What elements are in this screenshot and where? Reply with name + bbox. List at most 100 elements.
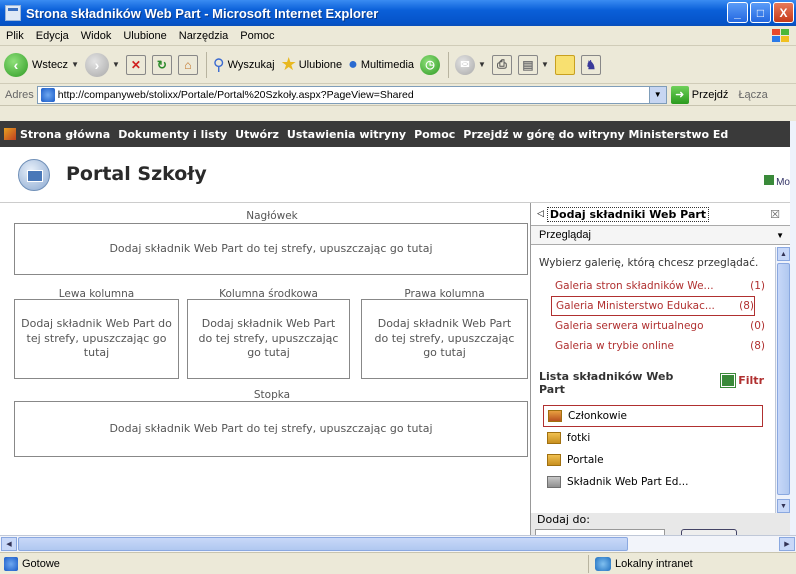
- gallery-name: Galeria w trybie online: [555, 340, 674, 353]
- forward-button[interactable]: › ▼: [84, 52, 120, 77]
- gallery-count: (1): [750, 280, 765, 293]
- edit-button[interactable]: ▤ ▼: [517, 54, 549, 75]
- pane-close-icon[interactable]: ☒: [770, 208, 780, 221]
- web-part-list-title: Lista składników Web Part: [539, 370, 674, 397]
- gallery-item[interactable]: Galeria serwera wirtualnego (0): [555, 316, 765, 336]
- gallery-count: (0): [750, 320, 765, 333]
- address-input[interactable]: http://companyweb/stolixx/Portale/Portal…: [36, 85, 667, 104]
- footer-zone[interactable]: Dodaj składnik Web Part do tej strefy, u…: [14, 401, 528, 457]
- back-button[interactable]: ‹ Wstecz ▼: [4, 52, 79, 77]
- sharepoint-logo-icon: [4, 128, 16, 140]
- filter-button[interactable]: Filtr: [720, 373, 764, 389]
- media-label: Multimedia: [360, 58, 415, 71]
- edit-dropdown-icon[interactable]: ▼: [541, 60, 549, 69]
- web-part-item-selected[interactable]: Członkowie: [543, 404, 763, 427]
- search-button[interactable]: ⚲ Wyszukaj: [213, 55, 275, 75]
- scroll-up-icon[interactable]: ▲: [777, 247, 790, 261]
- standard-toolbar: ‹ Wstecz ▼ › ▼ ✕ ↻ ⌂ ⚲ Wyszukaj ★ Ulubio…: [0, 46, 796, 84]
- web-part-item[interactable]: Składnik Web Part Ed...: [543, 471, 763, 493]
- web-part-name: fotki: [567, 431, 591, 444]
- gallery-count: (8): [750, 340, 765, 353]
- nav-documents[interactable]: Dokumenty i listy: [118, 128, 227, 141]
- pane-scroll-thumb[interactable]: [777, 263, 790, 495]
- forward-dropdown-icon[interactable]: ▼: [112, 60, 120, 69]
- menu-edit[interactable]: Edycja: [30, 30, 75, 42]
- pane-menu-arrow-icon[interactable]: ◁: [537, 209, 544, 219]
- messenger-button[interactable]: ♞: [580, 54, 601, 75]
- favorites-button[interactable]: ★ Ulubione: [281, 54, 343, 75]
- maximize-button[interactable]: □: [750, 2, 771, 23]
- scroll-down-icon[interactable]: ▼: [777, 499, 790, 513]
- filter-label: Filtr: [738, 374, 764, 388]
- mail-button[interactable]: ✉ ▼: [455, 54, 486, 75]
- horizontal-scroll-thumb[interactable]: [18, 537, 628, 551]
- menu-help[interactable]: Pomoc: [234, 30, 280, 42]
- stop-button[interactable]: ✕: [125, 54, 146, 75]
- site-header: Portal Szkoły Mo: [0, 147, 790, 203]
- discuss-button[interactable]: [554, 54, 575, 75]
- filter-icon: [720, 373, 737, 389]
- scroll-right-icon[interactable]: ▶: [779, 537, 795, 551]
- web-part-item[interactable]: Portale: [543, 449, 763, 471]
- middle-zone[interactable]: Dodaj składnik Web Part do tej strefy, u…: [187, 299, 350, 379]
- nav-help[interactable]: Pomoc: [414, 128, 455, 141]
- pane-title[interactable]: Dodaj składniki Web Part: [546, 206, 710, 222]
- window-title: Strona składników Web Part - Microsoft I…: [26, 5, 379, 21]
- address-label: Adres: [5, 88, 34, 101]
- mail-dropdown-icon[interactable]: ▼: [478, 60, 486, 69]
- print-icon: ⎙: [491, 54, 512, 75]
- menu-file[interactable]: Plik: [0, 30, 30, 42]
- media-button[interactable]: ● Multimedia: [348, 56, 414, 74]
- gallery-item-selected[interactable]: Galeria Ministerstwo Edukac... (8): [551, 296, 755, 317]
- go-arrow-icon[interactable]: ➜: [670, 85, 689, 104]
- menu-view[interactable]: Widok: [75, 30, 118, 42]
- pane-scrollbar[interactable]: ▲ ▼: [775, 247, 790, 513]
- back-dropdown-icon[interactable]: ▼: [71, 60, 79, 69]
- nav-up-to-site[interactable]: Przejdź w górę do witryny Ministerstwo E…: [463, 128, 728, 141]
- status-bar: Gotowe Lokalny intranet: [0, 552, 796, 574]
- links-button[interactable]: Łącza: [738, 89, 767, 101]
- web-part-item[interactable]: fotki: [543, 427, 763, 449]
- header-zone-label: Nagłówek: [246, 210, 298, 222]
- gallery-description: Wybierz galerię, którą chcesz przeglądać…: [539, 257, 759, 269]
- menu-tools[interactable]: Narzędzia: [173, 30, 235, 42]
- menu-favorites[interactable]: Ulubione: [117, 30, 172, 42]
- right-zone[interactable]: Dodaj składnik Web Part do tej strefy, u…: [361, 299, 528, 379]
- mail-icon: ✉: [455, 54, 476, 75]
- stop-icon: ✕: [125, 54, 146, 75]
- nav-home[interactable]: Strona główna: [20, 128, 110, 141]
- refresh-button[interactable]: ↻: [151, 54, 172, 75]
- gallery-name: Galeria stron składników We...: [555, 280, 714, 293]
- nav-create[interactable]: Utwórz: [235, 128, 279, 141]
- chevron-down-icon: ▼: [776, 231, 784, 240]
- gallery-name: Galeria Ministerstwo Edukac...: [556, 300, 715, 313]
- header-zone[interactable]: Dodaj składnik Web Part do tej strefy, u…: [14, 223, 528, 275]
- pane-mode-select[interactable]: Przeglądaj ▼: [531, 225, 790, 245]
- window-title-bar[interactable]: Strona składników Web Part - Microsoft I…: [0, 0, 796, 26]
- gallery-item[interactable]: Galeria stron składników We... (1): [555, 276, 765, 296]
- web-part-name: Portale: [567, 453, 604, 466]
- left-zone[interactable]: Dodaj składnik Web Part do tej strefy, u…: [14, 299, 179, 379]
- browser-vertical-scrollbar[interactable]: [790, 121, 796, 535]
- home-button[interactable]: ⌂: [177, 54, 198, 75]
- back-arrow-icon: ‹: [4, 52, 28, 77]
- history-button[interactable]: ◷: [420, 54, 441, 75]
- status-text: Gotowe: [22, 557, 60, 570]
- web-part-list-header: Lista składników Web Part Filtr: [539, 370, 776, 396]
- zone-label: Lokalny intranet: [615, 558, 693, 570]
- members-part-icon: [548, 409, 562, 422]
- modify-page-icon: [764, 175, 775, 185]
- site-logo-icon: [18, 159, 50, 191]
- scroll-left-icon[interactable]: ◀: [1, 537, 17, 551]
- gallery-name: Galeria serwera wirtualnego: [555, 320, 704, 333]
- address-dropdown-icon[interactable]: ▼: [648, 86, 666, 103]
- close-button[interactable]: X: [773, 2, 794, 23]
- refresh-icon: ↻: [151, 54, 172, 75]
- nav-site-settings[interactable]: Ustawienia witryny: [287, 128, 406, 141]
- print-button[interactable]: ⎙: [491, 54, 512, 75]
- modify-page-link[interactable]: Mo: [764, 175, 790, 188]
- go-button[interactable]: Przejdź: [692, 89, 729, 101]
- minimize-button[interactable]: _: [727, 2, 748, 23]
- gallery-item[interactable]: Galeria w trybie online (8): [555, 336, 765, 356]
- browser-horizontal-scrollbar[interactable]: ◀ ▶: [0, 535, 796, 552]
